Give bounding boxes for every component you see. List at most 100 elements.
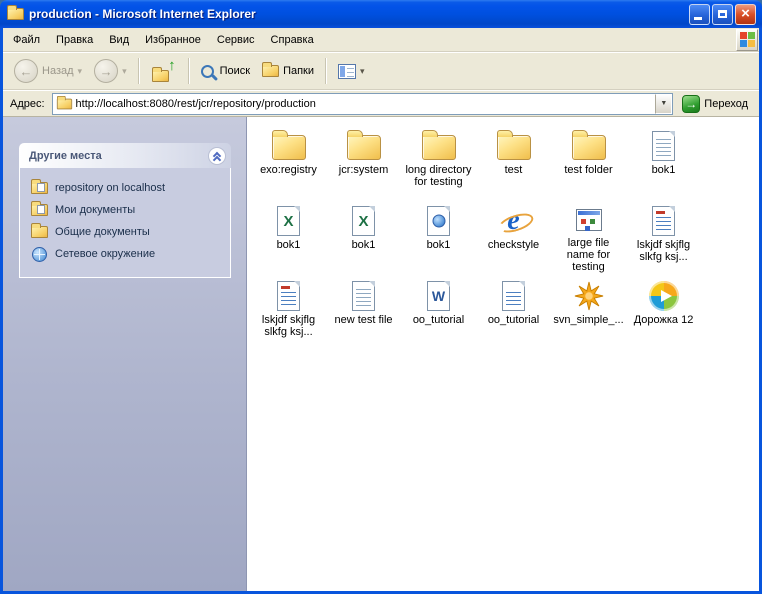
views-button[interactable] <box>333 62 370 81</box>
task-pane: Другие места repository on localhost Мои… <box>3 117 247 591</box>
file-item[interactable]: X bok1 <box>251 198 326 273</box>
forward-icon <box>94 59 118 83</box>
collapse-chevron-icon[interactable] <box>208 147 226 165</box>
window-title: production - Microsoft Internet Explorer <box>29 7 684 21</box>
sidebar-item-network[interactable]: Сетевое окружение <box>30 243 224 265</box>
minimize-button[interactable] <box>689 4 710 25</box>
file-item[interactable]: W oo_tutorial <box>401 273 476 348</box>
menu-tools[interactable]: Сервис <box>209 30 263 50</box>
up-button[interactable] <box>146 58 182 84</box>
address-label: Адрес: <box>8 98 47 110</box>
menu-bar: Файл Правка Вид Избранное Сервис Справка <box>3 28 759 52</box>
network-places-icon <box>30 247 48 262</box>
menu-file[interactable]: Файл <box>5 30 48 50</box>
go-label: Переход <box>704 98 748 110</box>
other-places-header[interactable]: Другие места <box>19 143 231 168</box>
up-icon <box>151 60 177 82</box>
maximize-icon <box>718 10 727 18</box>
document-icon <box>502 281 525 311</box>
minimize-icon <box>694 17 702 20</box>
file-item[interactable]: lskjdf skjflg slkfg ksj... <box>626 198 701 273</box>
window-body: Файл Правка Вид Избранное Сервис Справка… <box>0 28 762 594</box>
panel-title: Другие места <box>29 150 102 162</box>
file-item[interactable]: bok1 <box>626 123 701 198</box>
file-item[interactable]: svn_simple_... <box>551 273 626 348</box>
excel-x-glyph: X <box>278 207 299 235</box>
file-item[interactable]: test <box>476 123 551 198</box>
address-input-container <box>52 93 674 115</box>
search-label: Поиск <box>220 65 250 77</box>
explorer-content: Другие места repository on localhost Мои… <box>3 117 759 591</box>
application-file-icon <box>576 209 602 231</box>
sidebar-item-repository[interactable]: repository on localhost <box>30 177 224 199</box>
document-icon <box>652 206 675 236</box>
html-document-icon <box>427 206 450 236</box>
back-dropdown-icon <box>78 65 83 77</box>
document-mark <box>281 286 290 289</box>
file-item[interactable]: e checkstyle <box>476 198 551 273</box>
excel-document-icon: X <box>352 206 375 236</box>
menu-edit[interactable]: Правка <box>48 30 101 50</box>
views-icon <box>338 64 356 79</box>
word-w-glyph: W <box>428 282 449 310</box>
windows-logo-icon <box>736 29 758 51</box>
toolbar-separator <box>325 58 327 84</box>
word-document-icon: W <box>427 281 450 311</box>
other-places-body: repository on localhost Мои документы Об… <box>19 168 231 278</box>
gear-icon <box>574 281 604 311</box>
go-button[interactable]: Переход <box>678 95 754 113</box>
back-button[interactable]: Назад <box>9 57 87 85</box>
forward-dropdown-icon <box>122 65 127 77</box>
views-dropdown-icon <box>360 65 365 77</box>
file-item[interactable]: jcr:system <box>326 123 401 198</box>
shared-documents-icon <box>30 226 48 238</box>
menu-favorites[interactable]: Избранное <box>137 30 209 50</box>
folders-icon <box>262 65 279 77</box>
title-bar: production - Microsoft Internet Explorer <box>0 0 762 28</box>
file-item[interactable]: exo:registry <box>251 123 326 198</box>
address-bar: Адрес: Переход <box>3 90 759 117</box>
ie-window: production - Microsoft Internet Explorer… <box>0 0 762 594</box>
search-icon <box>201 65 214 78</box>
forward-button[interactable] <box>89 57 132 85</box>
folders-button[interactable]: Папки <box>257 63 319 79</box>
excel-x-glyph: X <box>353 207 374 235</box>
file-item[interactable]: lskjdf skjflg slkfg ksj... <box>251 273 326 348</box>
search-button[interactable]: Поиск <box>196 63 255 80</box>
excel-document-icon: X <box>277 206 300 236</box>
folder-icon <box>497 135 531 160</box>
file-item[interactable]: Дорожка 12 <box>626 273 701 348</box>
sidebar-item-my-documents[interactable]: Мои документы <box>30 199 224 221</box>
folder-icon <box>572 135 606 160</box>
file-item[interactable]: X bok1 <box>326 198 401 273</box>
menu-help[interactable]: Справка <box>263 30 322 50</box>
file-item[interactable]: bok1 <box>401 198 476 273</box>
back-icon <box>14 59 38 83</box>
file-item[interactable]: oo_tutorial <box>476 273 551 348</box>
document-mark <box>656 211 665 214</box>
address-input[interactable] <box>73 98 656 110</box>
file-grid: exo:registry jcr:system long directory f… <box>251 123 759 348</box>
file-item[interactable]: long directory for testing <box>401 123 476 198</box>
file-item[interactable]: large file name for testing <box>551 198 626 273</box>
sidebar-item-shared-documents[interactable]: Общие документы <box>30 221 224 243</box>
text-document-icon <box>652 131 675 161</box>
file-item[interactable]: test folder <box>551 123 626 198</box>
media-player-icon <box>649 281 679 311</box>
folder-icon <box>422 135 456 160</box>
close-button[interactable] <box>735 4 756 25</box>
maximize-button[interactable] <box>712 4 733 25</box>
toolbar-separator <box>138 58 140 84</box>
folders-label: Папки <box>283 65 314 77</box>
shared-folder-icon <box>30 182 48 194</box>
standard-buttons-toolbar: Назад Поиск Папки <box>3 52 759 90</box>
window-system-icon[interactable] <box>7 8 24 20</box>
menu-view[interactable]: Вид <box>101 30 137 50</box>
file-list-area: exo:registry jcr:system long directory f… <box>247 117 759 591</box>
document-icon <box>277 281 300 311</box>
address-folder-icon <box>56 98 71 109</box>
address-dropdown-button[interactable] <box>655 94 672 114</box>
folder-icon <box>272 135 306 160</box>
globe-icon <box>432 215 445 228</box>
file-item[interactable]: new test file <box>326 273 401 348</box>
